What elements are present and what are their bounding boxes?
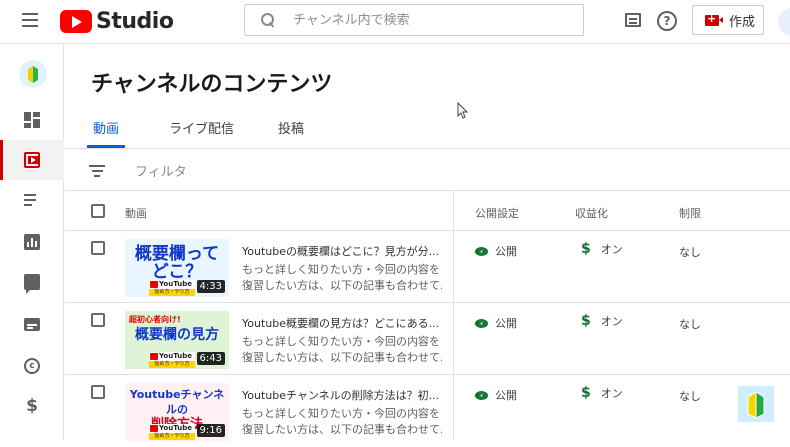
filter-icon[interactable] bbox=[89, 165, 105, 177]
create-label: 作成 bbox=[729, 14, 756, 30]
sidebar-item-playlists[interactable] bbox=[0, 180, 64, 220]
table-header: 動画 公開設定 収益化 制限 bbox=[65, 191, 790, 231]
video-title[interactable]: Youtubeチャンネルの削除方法は？初... bbox=[242, 387, 442, 403]
video-table: 動画 公開設定 収益化 制限 概要欄って どこ？ YouTube 始め方・やり方… bbox=[65, 191, 790, 447]
beginner-mark-icon bbox=[747, 391, 765, 419]
video-description: もっと詳しく知りたい方・今回の内容を 復習したい方は、以下の記事も合わせて... bbox=[242, 335, 442, 364]
row-checkbox[interactable] bbox=[91, 241, 105, 255]
eye-icon bbox=[475, 246, 488, 256]
restrictions-status: なし bbox=[679, 318, 701, 331]
sidebar-item-subtitles[interactable] bbox=[0, 304, 64, 344]
restrictions-status: なし bbox=[679, 390, 701, 403]
dollar-icon: $ bbox=[581, 241, 591, 257]
visibility-status[interactable]: 公開 bbox=[475, 387, 517, 403]
sidebar-item-dashboard[interactable] bbox=[0, 100, 64, 140]
tab-videos[interactable]: 動画 bbox=[87, 114, 126, 148]
tab-posts[interactable]: 投稿 bbox=[278, 114, 304, 148]
dollar-icon: $ bbox=[581, 313, 591, 329]
thumbnail-brand: YouTube bbox=[149, 280, 195, 289]
dollar-icon: $ bbox=[26, 396, 38, 416]
hamburger-icon[interactable] bbox=[22, 13, 38, 27]
filter-input[interactable]: フィルタ bbox=[135, 161, 187, 180]
column-header-monetization[interactable]: 収益化 bbox=[575, 205, 608, 221]
video-duration: 4:33 bbox=[196, 280, 225, 293]
tab-live[interactable]: ライブ配信 bbox=[169, 114, 234, 148]
beginner-mark-icon bbox=[28, 66, 38, 83]
video-description: もっと詳しく知りたい方・今回の内容を 復習したい方は、以下の記事も合わせて... bbox=[242, 407, 442, 436]
eye-icon bbox=[475, 318, 488, 328]
sidebar: c $ bbox=[0, 44, 64, 440]
thumbnail-brand: YouTube bbox=[149, 424, 195, 433]
restrictions-status: なし bbox=[679, 246, 701, 259]
search-input[interactable] bbox=[293, 12, 543, 28]
video-title[interactable]: Youtube概要欄の見方は？どこにある... bbox=[242, 315, 442, 331]
select-all-checkbox[interactable] bbox=[91, 204, 105, 218]
thumbnail-brand: YouTube bbox=[149, 352, 195, 361]
column-header-visibility[interactable]: 公開設定 bbox=[475, 205, 519, 221]
channel-avatar[interactable] bbox=[19, 60, 47, 88]
video-description: もっと詳しく知りたい方・今回の内容を 復習したい方は、以下の記事も合わせて... bbox=[242, 263, 442, 292]
video-library-icon bbox=[24, 152, 40, 168]
sidebar-item-comments[interactable] bbox=[0, 262, 64, 302]
playlist-icon bbox=[24, 192, 40, 208]
video-thumbnail[interactable]: Youtubeチャンネルの 削除方法 YouTube 始め方・やり方 9:16 bbox=[125, 383, 229, 441]
visibility-status[interactable]: 公開 bbox=[475, 243, 517, 259]
video-duration: 9:16 bbox=[196, 424, 225, 437]
row-checkbox[interactable] bbox=[91, 385, 105, 399]
table-row[interactable]: 概要欄って どこ？ YouTube 始め方・やり方 4:33 Youtubeの概… bbox=[65, 231, 790, 303]
column-divider bbox=[453, 191, 454, 440]
main-content: チャンネルのコンテンツ 動画 ライブ配信 投稿 フィルタ 動画 公開設定 収益化… bbox=[65, 44, 790, 441]
analytics-icon bbox=[24, 234, 40, 250]
sidebar-item-content[interactable] bbox=[0, 140, 64, 180]
thumbnail-subtext: 始め方・やり方 bbox=[149, 361, 195, 368]
table-row[interactable]: Youtubeチャンネルの 削除方法 YouTube 始め方・やり方 9:16 … bbox=[65, 375, 790, 447]
page-title: チャンネルのコンテンツ bbox=[91, 72, 333, 97]
mouse-cursor-icon bbox=[457, 102, 469, 119]
video-thumbnail[interactable]: 概要欄って どこ？ YouTube 始め方・やり方 4:33 bbox=[125, 239, 229, 297]
video-title[interactable]: Youtubeの概要欄はどこに？見方が分... bbox=[242, 243, 442, 259]
dollar-icon: $ bbox=[581, 385, 591, 401]
column-header-video[interactable]: 動画 bbox=[125, 205, 147, 221]
beginner-mark-badge bbox=[738, 386, 774, 422]
thumbnail-subtext: 始め方・やり方 bbox=[149, 433, 195, 440]
comments-icon bbox=[24, 274, 40, 294]
video-duration: 6:43 bbox=[196, 352, 225, 365]
monetization-status[interactable]: $ オン bbox=[581, 385, 623, 401]
thumbnail-tagline: 超初心者向け! bbox=[129, 315, 181, 324]
help-icon[interactable]: ? bbox=[656, 10, 678, 32]
feedback-icon[interactable] bbox=[622, 10, 644, 32]
row-checkbox[interactable] bbox=[91, 313, 105, 327]
video-thumbnail[interactable]: 超初心者向け! 概要欄の見方 YouTube 始め方・やり方 6:43 bbox=[125, 311, 229, 369]
column-header-restrictions[interactable]: 制限 bbox=[679, 205, 701, 221]
create-button[interactable]: 作成 bbox=[692, 5, 764, 35]
monetization-status[interactable]: $ オン bbox=[581, 241, 623, 257]
youtube-logo-icon bbox=[60, 9, 92, 33]
eye-icon bbox=[475, 390, 488, 400]
top-bar: Studio ? 作成 bbox=[0, 0, 790, 44]
account-avatar[interactable] bbox=[778, 8, 790, 36]
video-camera-plus-icon bbox=[705, 12, 723, 26]
subtitles-icon bbox=[24, 318, 40, 331]
thumbnail-text: 概要欄って どこ？ bbox=[134, 244, 220, 282]
sidebar-item-analytics[interactable] bbox=[0, 222, 64, 262]
monetization-status[interactable]: $ オン bbox=[581, 313, 623, 329]
visibility-status[interactable]: 公開 bbox=[475, 315, 517, 331]
sidebar-item-monetization[interactable]: $ bbox=[0, 386, 64, 426]
search-icon[interactable] bbox=[261, 13, 275, 27]
logo-text: Studio bbox=[96, 8, 174, 34]
search-box[interactable] bbox=[244, 4, 584, 36]
copyright-icon: c bbox=[24, 358, 40, 374]
sidebar-item-copyright[interactable]: c bbox=[0, 346, 64, 386]
thumbnail-text: 概要欄の見方 bbox=[135, 327, 219, 343]
table-row[interactable]: 超初心者向け! 概要欄の見方 YouTube 始め方・やり方 6:43 Yout… bbox=[65, 303, 790, 375]
dashboard-icon bbox=[24, 112, 40, 128]
thumbnail-subtext: 始め方・やり方 bbox=[149, 289, 195, 296]
filter-bar: フィルタ bbox=[65, 149, 790, 191]
studio-logo[interactable]: Studio bbox=[60, 8, 174, 34]
content-tabs: 動画 ライブ配信 投稿 bbox=[87, 114, 348, 148]
